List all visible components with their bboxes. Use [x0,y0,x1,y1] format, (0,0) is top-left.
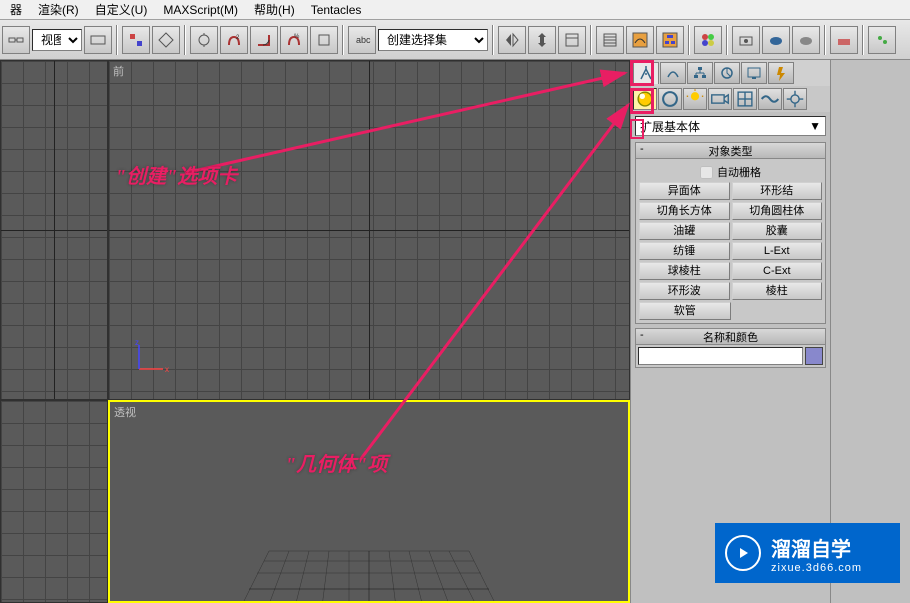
separator [492,25,494,55]
hierarchy-tab[interactable] [687,62,713,84]
viewport-label: 前 [113,63,124,79]
viewport-bottom-left[interactable] [0,400,108,603]
selection-set-dropdown[interactable]: 创建选择集 [378,29,488,51]
snap-percent-icon[interactable]: % [280,26,308,54]
separator [688,25,690,55]
viewport-front[interactable]: 前 x z [108,60,630,400]
keyboard-icon[interactable] [84,26,112,54]
viewport-perspective[interactable]: 透视 [108,400,630,603]
obj-btn-lext[interactable]: L-Ext [732,242,823,260]
perspective-grid [229,511,509,603]
spacewarps-subtab[interactable] [758,88,782,110]
tool-btn-1[interactable] [122,26,150,54]
command-tabs [631,60,830,86]
tool-btn-2[interactable] [152,26,180,54]
svg-text:x: x [165,365,169,374]
geometry-subtab[interactable] [633,88,657,110]
axis-gizmo: x z [131,337,171,377]
snap-spinner-icon[interactable] [310,26,338,54]
obj-btn-capsule[interactable]: 胶囊 [732,222,823,240]
obj-btn-ringwave[interactable]: 环形波 [639,282,730,300]
right-sidebar [830,60,910,603]
menu-item-customize[interactable]: 自定义(U) [87,0,156,20]
watermark-url: zixue.3d66.com [771,562,862,574]
obj-btn-spindle[interactable]: 纺锤 [639,242,730,260]
menu-item[interactable]: 器 [2,0,30,20]
viewport-top-left[interactable] [0,60,108,400]
create-tab[interactable] [633,62,659,84]
curve-editor-icon[interactable] [626,26,654,54]
obj-btn-cext[interactable]: C-Ext [732,262,823,280]
obj-btn-gengon[interactable]: 球棱柱 [639,262,730,280]
watermark: 溜溜自学 zixue.3d66.com [715,523,900,583]
separator [184,25,186,55]
tool-btn-18[interactable] [868,26,896,54]
category-dropdown[interactable]: 扩展基本体 ▼ [635,116,826,136]
separator [116,25,118,55]
object-type-rollout: 对象类型 自动栅格 异面体 环形结 切角长方体 切角圆柱体 油罐 胶囊 纺锤 L… [635,142,826,324]
obj-btn-hose[interactable]: 软管 [639,302,731,320]
view-dropdown[interactable]: 视图 [32,29,82,51]
object-color-swatch[interactable] [805,347,823,365]
obj-btn-oiltank[interactable]: 油罐 [639,222,730,240]
object-name-input[interactable] [638,347,803,365]
name-color-rollout: 名称和颜色 [635,328,826,368]
modify-tab[interactable] [660,62,686,84]
viewports-container: 前 x z 透视 [0,60,630,603]
separator [590,25,592,55]
separator [824,25,826,55]
obj-btn-chamferbox[interactable]: 切角长方体 [639,202,730,220]
svg-text:2: 2 [236,35,240,41]
lights-subtab[interactable] [683,88,707,110]
snap-2d-icon[interactable]: 2 [220,26,248,54]
shapes-subtab[interactable] [658,88,682,110]
svg-text:z: z [135,338,139,347]
obj-btn-prism[interactable]: 棱柱 [732,282,823,300]
auto-grid-checkbox[interactable]: 自动栅格 [639,162,822,182]
menu-item-help[interactable]: 帮助(H) [246,0,303,20]
motion-tab[interactable] [714,62,740,84]
obj-btn-torusknot[interactable]: 环形结 [732,182,823,200]
main-toolbar: 视图 2 % abc 创建选择集 [0,20,910,60]
helpers-subtab[interactable] [733,88,757,110]
menu-bar: 器 渲染(R) 自定义(U) MAXScript(M) 帮助(H) Tentac… [0,0,910,20]
svg-text:abc: abc [356,35,371,45]
obj-btn-chamfercyl[interactable]: 切角圆柱体 [732,202,823,220]
render-setup-icon[interactable] [732,26,760,54]
svg-text:%: % [294,34,300,40]
tool-btn-3[interactable] [190,26,218,54]
material-editor-icon[interactable] [694,26,722,54]
watermark-title: 溜溜自学 [771,533,862,562]
obj-btn-hedra[interactable]: 异面体 [639,182,730,200]
align-icon[interactable] [528,26,556,54]
separator [726,25,728,55]
quick-render-icon[interactable] [792,26,820,54]
rollout-header[interactable]: 对象类型 [636,143,825,159]
schematic-icon[interactable] [656,26,684,54]
menu-item-render[interactable]: 渲染(R) [30,0,87,20]
display-tab[interactable] [741,62,767,84]
cameras-subtab[interactable] [708,88,732,110]
link-icon[interactable] [2,26,30,54]
mirror-icon[interactable] [498,26,526,54]
tool-btn-9[interactable] [558,26,586,54]
viewport-label: 透视 [114,404,136,420]
utilities-tab[interactable] [768,62,794,84]
play-icon [725,535,761,571]
layers-icon[interactable] [596,26,624,54]
tool-btn-6[interactable]: abc [348,26,376,54]
render-frame-icon[interactable] [762,26,790,54]
main-area: 前 x z 透视 [0,60,910,603]
menu-item-maxscript[interactable]: MAXScript(M) [155,1,246,19]
tool-btn-17[interactable] [830,26,858,54]
separator [342,25,344,55]
rollout-header[interactable]: 名称和颜色 [636,329,825,345]
menu-item-tentacles[interactable]: Tentacles [303,1,370,19]
snap-angle-icon[interactable] [250,26,278,54]
create-subtabs [631,86,830,112]
separator [862,25,864,55]
command-panel: 扩展基本体 ▼ 对象类型 自动栅格 异面体 环形结 切角长方体 切角圆柱体 油罐… [630,60,830,603]
systems-subtab[interactable] [783,88,807,110]
